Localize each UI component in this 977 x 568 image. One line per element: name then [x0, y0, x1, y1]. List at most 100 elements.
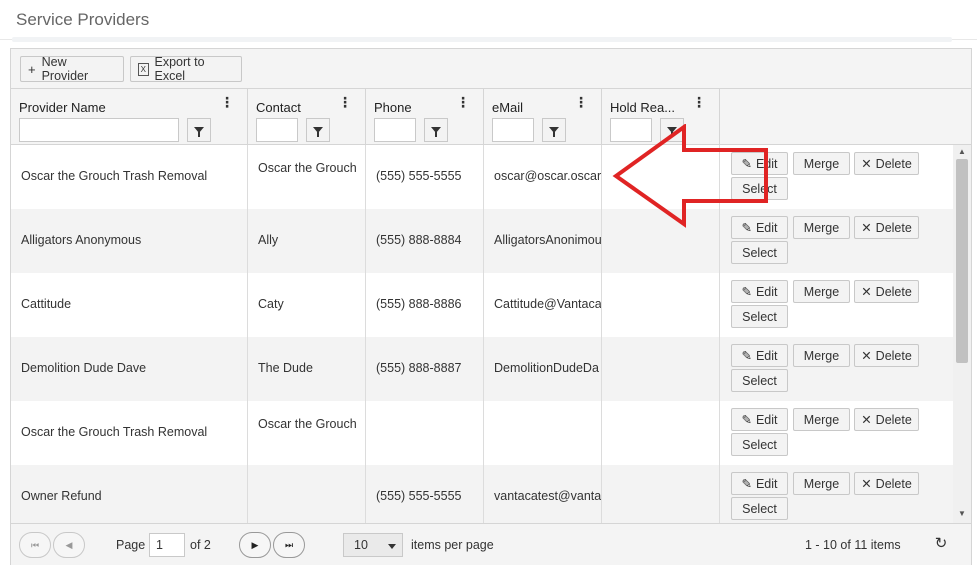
providers-grid: + New Provider X Export to Excel Provide… [10, 48, 972, 565]
column-header-hold-reason[interactable]: Hold Rea... ⋮ [602, 89, 720, 145]
edit-button[interactable]: ✎ Edit [731, 344, 788, 367]
delete-button[interactable]: ✕ Delete [854, 344, 919, 367]
hold-reason-cell [602, 465, 720, 523]
select-button[interactable]: Select [731, 497, 788, 520]
email-cell: AlligatorsAnonimou [484, 209, 602, 273]
page-size-select[interactable]: 10 [343, 533, 403, 557]
merge-button[interactable]: Merge [793, 152, 850, 175]
table-row[interactable]: Cattitude Caty (555) 888-8886 Cattitude@… [11, 273, 953, 337]
select-button[interactable]: Select [731, 177, 788, 200]
column-header-provider-name[interactable]: Provider Name ⋮ [11, 89, 248, 145]
select-button[interactable]: Select [731, 369, 788, 392]
email-cell: DemolitionDudeDa [484, 337, 602, 401]
export-excel-button[interactable]: X Export to Excel [130, 55, 242, 83]
kebab-menu-icon[interactable]: ⋮ [456, 95, 470, 111]
actions-cell: ✎ Edit Merge ✕ Delete Select [720, 209, 953, 273]
phone-cell: (555) 888-8887 [366, 337, 484, 401]
merge-button[interactable]: Merge [793, 344, 850, 367]
provider-name-filter-input[interactable] [19, 118, 179, 142]
x-icon: ✕ [861, 477, 872, 491]
last-page-icon[interactable]: ⏭ [273, 532, 305, 558]
grid-header: Provider Name ⋮ Contact ⋮ Phone ⋮ eMail … [11, 89, 971, 145]
table-row[interactable]: Oscar the Grouch Trash Removal Oscar the… [11, 401, 953, 465]
scroll-up-icon[interactable]: ▲ [957, 147, 967, 157]
page-number-input[interactable]: 1 [149, 533, 185, 557]
column-header-contact[interactable]: Contact ⋮ [248, 89, 366, 145]
column-label: Provider Name [19, 100, 106, 115]
table-row[interactable]: Oscar the Grouch Trash Removal Oscar the… [11, 145, 953, 209]
kebab-menu-icon[interactable]: ⋮ [692, 95, 706, 111]
contact-filter-input[interactable] [256, 118, 298, 142]
phone-cell: (555) 888-8886 [366, 273, 484, 337]
hold-reason-filter-input[interactable] [610, 118, 652, 142]
table-row[interactable]: Owner Refund (555) 555-5555 vantacatest@… [11, 465, 953, 523]
delete-button[interactable]: ✕ Delete [854, 408, 919, 431]
table-row[interactable]: Demolition Dude Dave The Dude (555) 888-… [11, 337, 953, 401]
page-title: Service Providers [16, 10, 150, 29]
filter-icon[interactable] [424, 118, 448, 142]
grid-pager: ⏮ ◀ Page 1 of 2 ▶ ⏭ 10 items per page 1 … [11, 523, 971, 565]
email-filter-input[interactable] [492, 118, 534, 142]
filter-icon[interactable] [542, 118, 566, 142]
merge-button[interactable]: Merge [793, 472, 850, 495]
x-icon: ✕ [861, 413, 872, 427]
column-header-email[interactable]: eMail ⋮ [484, 89, 602, 145]
scrollbar-thumb[interactable] [956, 159, 968, 363]
provider-name-cell: Cattitude [11, 273, 248, 337]
hold-reason-cell [602, 401, 720, 465]
merge-button[interactable]: Merge [793, 408, 850, 431]
x-icon: ✕ [861, 157, 872, 171]
select-button[interactable]: Select [731, 433, 788, 456]
kebab-menu-icon[interactable]: ⋮ [220, 95, 234, 111]
contact-cell: Ally [248, 209, 366, 273]
contact-cell: Oscar the Grouch [248, 145, 366, 209]
next-page-icon[interactable]: ▶ [239, 532, 271, 558]
pencil-icon: ✎ [741, 477, 752, 491]
column-header-phone[interactable]: Phone ⋮ [366, 89, 484, 145]
pencil-icon: ✎ [741, 157, 752, 171]
select-button[interactable]: Select [731, 241, 788, 264]
new-provider-button[interactable]: + New Provider [20, 55, 124, 83]
kebab-menu-icon[interactable]: ⋮ [338, 95, 352, 111]
merge-button[interactable]: Merge [793, 216, 850, 239]
merge-button[interactable]: Merge [793, 280, 850, 303]
table-row[interactable]: Alligators Anonymous Ally (555) 888-8884… [11, 209, 953, 273]
new-provider-label: New Provider [41, 55, 89, 83]
edit-button[interactable]: ✎ Edit [731, 216, 788, 239]
x-icon: ✕ [861, 349, 872, 363]
delete-button[interactable]: ✕ Delete [854, 472, 919, 495]
email-cell: vantacatest@vantac [484, 465, 602, 523]
prev-page-icon[interactable]: ◀ [53, 532, 85, 558]
vertical-scrollbar[interactable]: ▲ ▼ [953, 145, 971, 523]
export-excel-label: Export to Excel [154, 55, 205, 83]
actions-cell: ✎ Edit Merge ✕ Delete Select [720, 337, 953, 401]
first-page-icon[interactable]: ⏮ [19, 532, 51, 558]
filter-icon[interactable] [660, 118, 684, 142]
scroll-down-icon[interactable]: ▼ [957, 509, 967, 519]
kebab-menu-icon[interactable]: ⋮ [574, 95, 588, 111]
plus-icon: + [28, 61, 36, 77]
excel-icon: X [138, 62, 149, 76]
filter-icon[interactable] [306, 118, 330, 142]
page-size-value: 10 [354, 538, 368, 552]
hold-reason-cell [602, 273, 720, 337]
refresh-icon[interactable]: ↻ [933, 536, 949, 552]
contact-cell: The Dude [248, 337, 366, 401]
delete-button[interactable]: ✕ Delete [854, 152, 919, 175]
edit-button[interactable]: ✎ Edit [731, 472, 788, 495]
phone-filter-input[interactable] [374, 118, 416, 142]
page-label: Page [116, 538, 146, 552]
page-header: Service Providers [0, 0, 977, 42]
title-divider [12, 37, 952, 42]
filter-icon[interactable] [187, 118, 211, 142]
items-per-page-label: items per page [411, 538, 494, 552]
delete-button[interactable]: ✕ Delete [854, 216, 919, 239]
edit-button[interactable]: ✎ Edit [731, 152, 788, 175]
select-button[interactable]: Select [731, 305, 788, 328]
edit-button[interactable]: ✎ Edit [731, 280, 788, 303]
pager-summary: 1 - 10 of 11 items [805, 538, 901, 552]
edit-button[interactable]: ✎ Edit [731, 408, 788, 431]
column-label: Contact [256, 100, 301, 115]
delete-button[interactable]: ✕ Delete [854, 280, 919, 303]
actions-cell: ✎ Edit Merge ✕ Delete Select [720, 273, 953, 337]
